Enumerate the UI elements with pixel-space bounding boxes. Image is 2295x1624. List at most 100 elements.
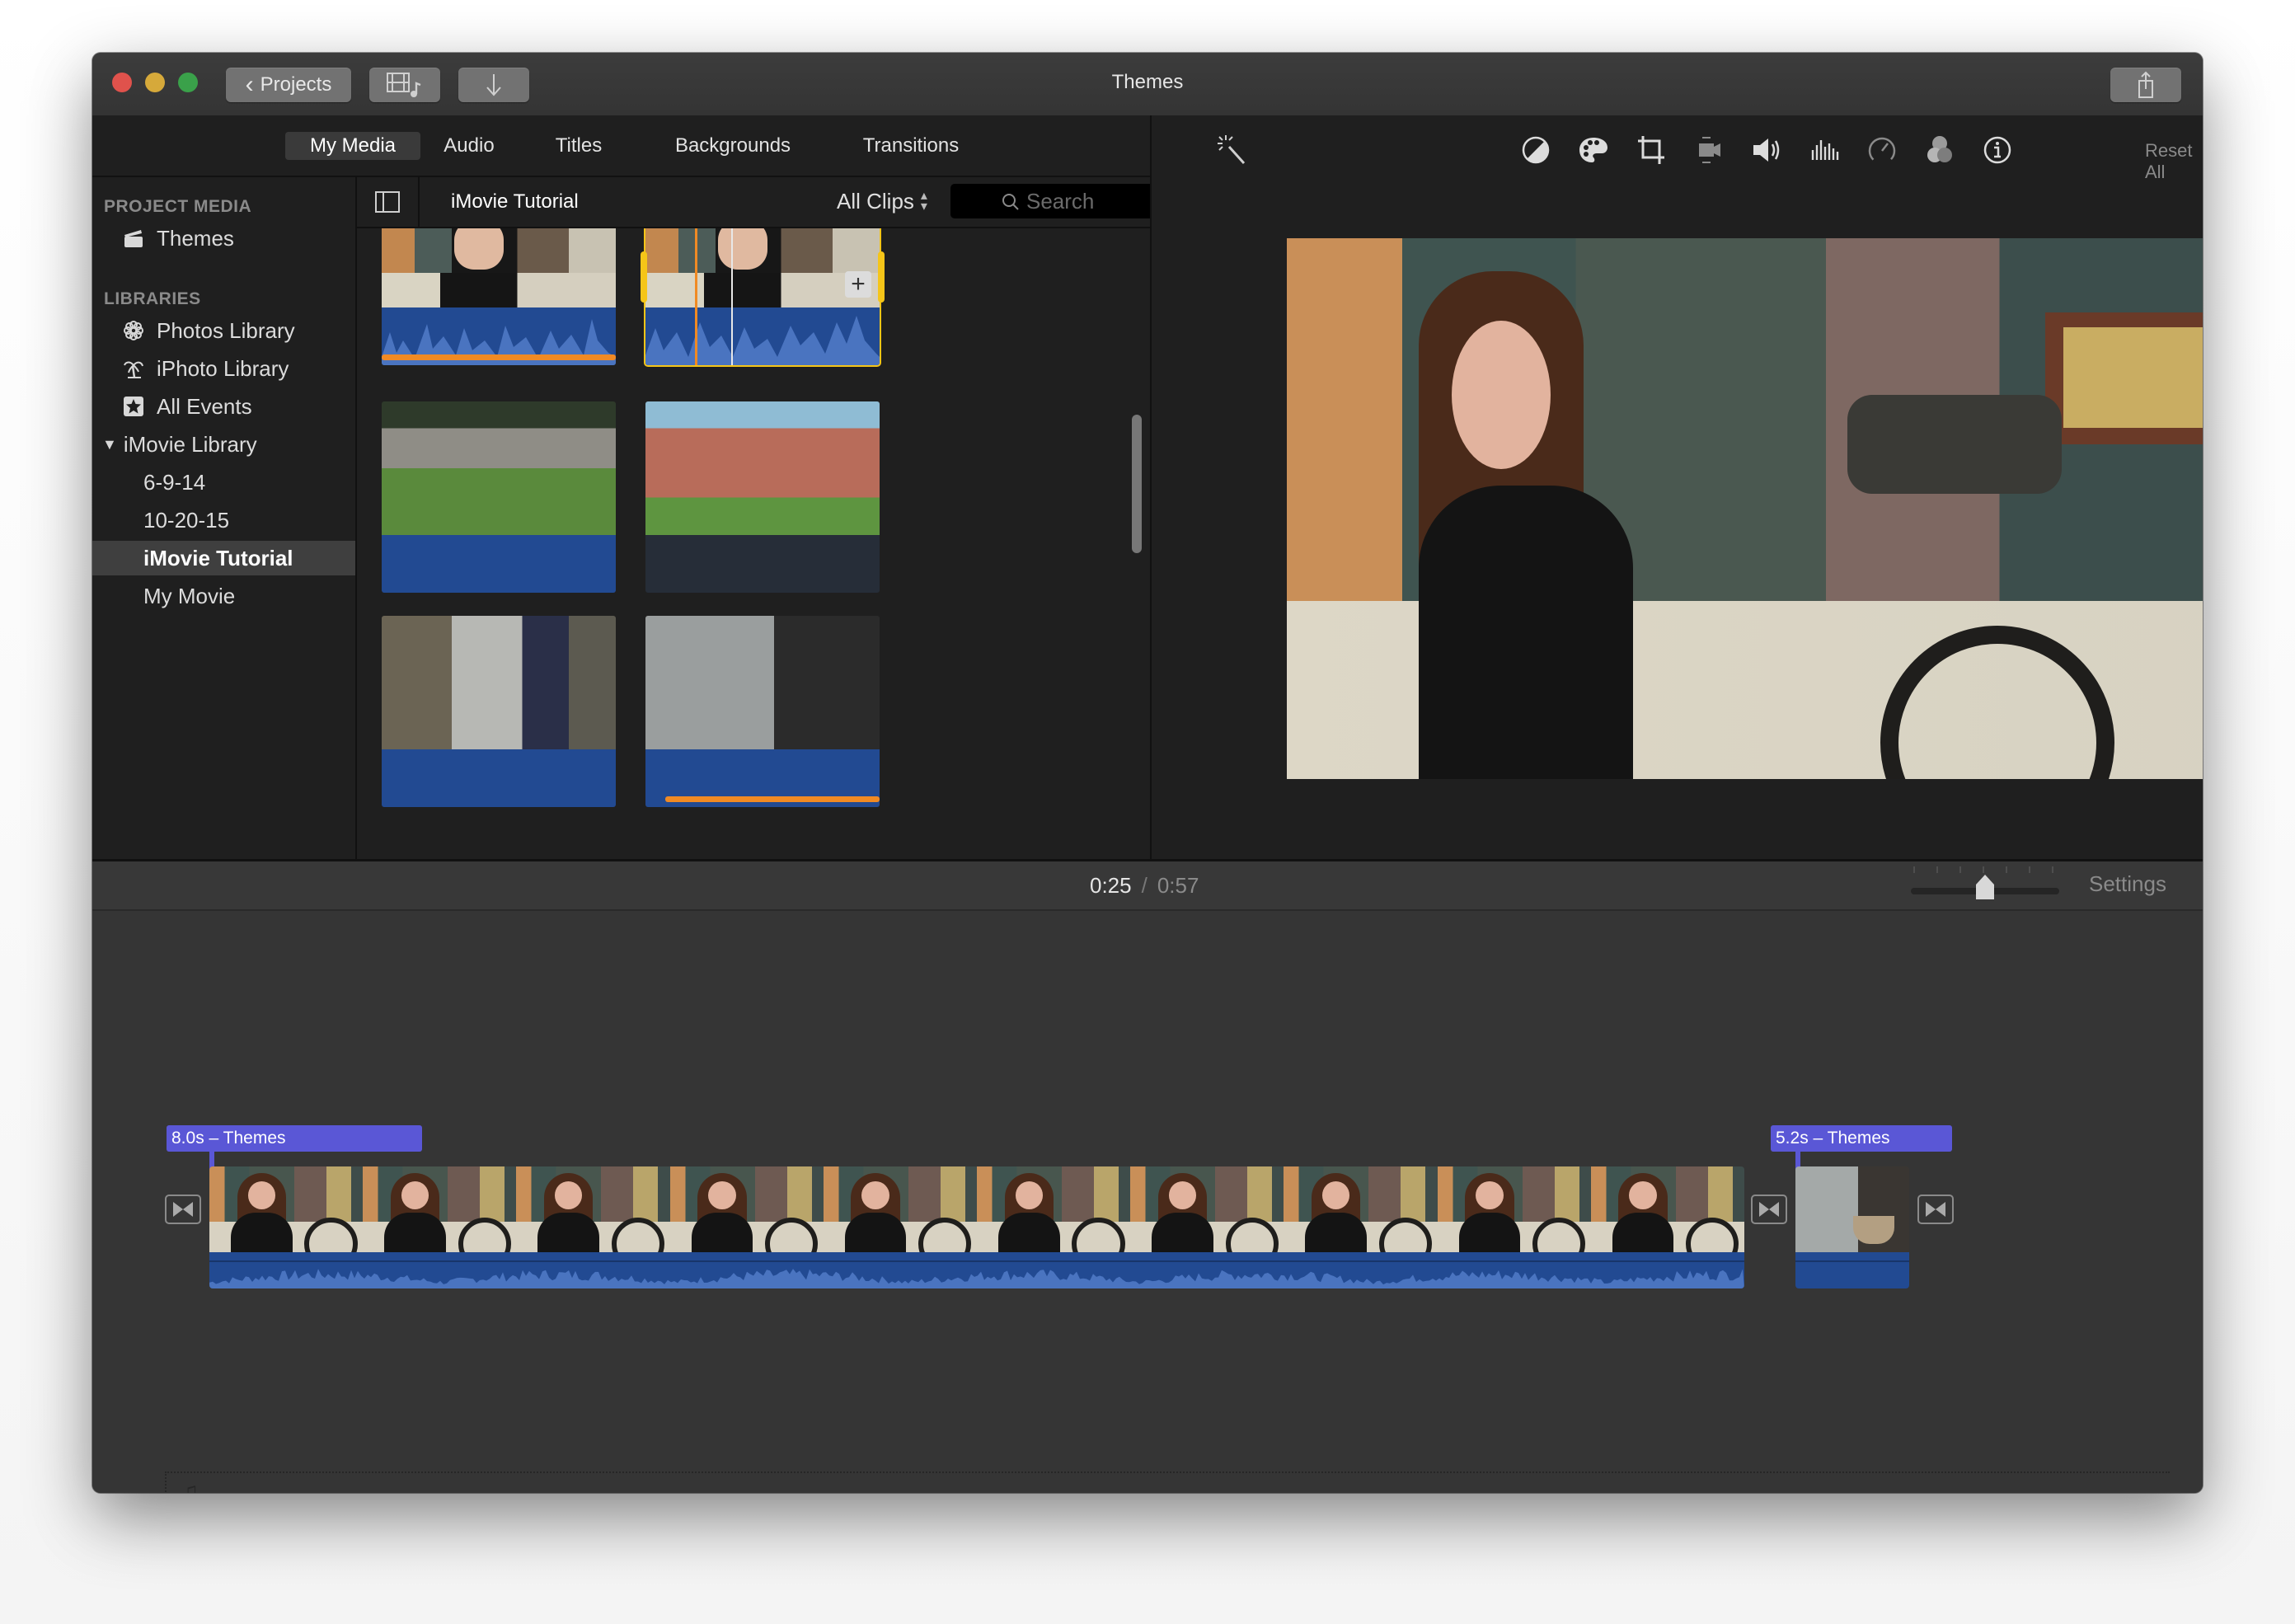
tab-backgrounds[interactable]: Backgrounds xyxy=(645,132,821,160)
waveform-path xyxy=(209,1269,1744,1288)
clip-filter-button[interactable] xyxy=(1923,134,1956,167)
clip-thumbnail[interactable] xyxy=(382,616,616,807)
stabilization-button[interactable] xyxy=(1692,134,1725,167)
clip-thumbnail[interactable] xyxy=(645,616,880,807)
range-start-marker xyxy=(695,228,697,365)
sidebar-event-10-20-15[interactable]: 10-20-15 xyxy=(92,503,355,537)
title-clip[interactable]: 5.2s – Themes xyxy=(1771,1125,1952,1152)
filmstrip-frame xyxy=(516,1166,671,1252)
used-indicator xyxy=(382,354,616,360)
total-time: 0:57 xyxy=(1157,873,1199,898)
tab-titles[interactable]: Titles xyxy=(542,132,615,160)
cross-dissolve-icon xyxy=(1926,1202,1945,1217)
timeline-video-clip[interactable] xyxy=(1795,1166,1909,1288)
noise-reduction-button[interactable] xyxy=(1808,134,1841,167)
event-title: iMovie Tutorial xyxy=(451,190,579,213)
volume-icon xyxy=(1753,138,1780,162)
sidebar-item-photos-library[interactable]: Photos Library xyxy=(92,313,355,348)
viewer: Reset All xyxy=(1152,115,2203,859)
transition-button[interactable] xyxy=(165,1195,201,1224)
clip-filter-dropdown[interactable]: All Clips ▴ ▾ xyxy=(837,189,927,214)
share-button[interactable] xyxy=(2110,68,2181,102)
no-audio-bar xyxy=(645,749,880,807)
clip-thumbnail[interactable] xyxy=(382,401,616,593)
no-audio-bar xyxy=(382,749,616,807)
timeline-zoom-slider[interactable] xyxy=(1911,865,2059,906)
sidebar-event-6-9-14[interactable]: 6-9-14 xyxy=(92,465,355,500)
clip-frame xyxy=(382,401,616,535)
libraries-heading: LIBRARIES xyxy=(104,289,201,308)
reset-all-button[interactable]: Reset All xyxy=(2145,140,2203,183)
current-time: 0:25 xyxy=(1090,873,1132,898)
search-icon xyxy=(1002,194,1019,210)
timeline: 8.0s – Themes 5.2s – Themes ♫ xyxy=(92,911,2203,1493)
color-balance-button[interactable] xyxy=(1519,134,1552,167)
crop-button[interactable] xyxy=(1635,134,1668,167)
search-field[interactable]: Search xyxy=(950,184,1181,218)
filter-icon xyxy=(1927,136,1952,162)
info-icon xyxy=(1983,136,2011,164)
titlebar: ‹ Projects Themes xyxy=(92,53,2203,116)
disclosure-triangle-icon[interactable]: ▼ xyxy=(102,436,117,453)
clip-thumbnail[interactable] xyxy=(645,401,880,593)
media-tabs: My Media Audio Titles Backgrounds Transi… xyxy=(92,115,1150,176)
tab-audio[interactable]: Audio xyxy=(434,132,505,160)
clip-thumbnail[interactable] xyxy=(382,228,616,365)
speed-button[interactable] xyxy=(1866,134,1898,167)
toggle-sidebar-button[interactable] xyxy=(357,177,420,227)
project-media-heading: PROJECT MEDIA xyxy=(104,197,252,216)
imovie-window: ‹ Projects Themes My Media Audio Titles … xyxy=(92,53,2203,1493)
title-clip[interactable]: 8.0s – Themes xyxy=(167,1125,422,1152)
clip-info-button[interactable] xyxy=(1981,134,2014,167)
timeline-settings-button[interactable]: Settings xyxy=(2089,871,2166,897)
transition-button[interactable] xyxy=(1751,1195,1787,1224)
sidebar-item-themes[interactable]: Themes xyxy=(92,221,355,256)
sidebar-toggle-icon xyxy=(375,191,400,213)
audio-track xyxy=(1795,1252,1909,1288)
slider-thumb[interactable] xyxy=(1976,875,1994,899)
color-balance-icon xyxy=(1522,136,1550,164)
filmstrip-frame xyxy=(1284,1166,1438,1252)
transition-button[interactable] xyxy=(1917,1195,1954,1224)
audio-waveform xyxy=(645,307,880,365)
clip-frame xyxy=(645,616,880,749)
cross-dissolve-icon xyxy=(1759,1202,1779,1217)
tab-my-media[interactable]: My Media xyxy=(285,132,420,160)
sidebar-event-my-movie[interactable]: My Movie xyxy=(92,579,355,613)
preview-body xyxy=(1419,486,1633,779)
sidebar-event-imovie-tutorial[interactable]: iMovie Tutorial xyxy=(92,541,355,575)
clip-frame xyxy=(645,401,880,535)
color-correction-button[interactable] xyxy=(1577,134,1610,167)
sidebar-item-iphoto-library[interactable]: iPhoto Library xyxy=(92,351,355,386)
timeline-header: 0:25 / 0:57 Settings xyxy=(92,861,2203,911)
sidebar-item-imovie-library[interactable]: ▼ iMovie Library xyxy=(92,427,355,462)
add-to-project-button[interactable]: + xyxy=(845,271,871,298)
enhance-button[interactable] xyxy=(1216,134,1249,167)
filmstrip-frame xyxy=(209,1166,364,1252)
tab-transitions[interactable]: Transitions xyxy=(833,132,989,160)
filmstrip-frame xyxy=(977,1166,1131,1252)
volume-button[interactable] xyxy=(1750,134,1783,167)
sidebar-item-label: Photos Library xyxy=(157,317,295,343)
slider-ticks xyxy=(1913,866,2053,873)
trim-handle-right[interactable] xyxy=(878,251,885,303)
filmstrip-frame xyxy=(669,1166,824,1252)
clip-thumbnail-selected[interactable]: + xyxy=(644,228,881,367)
sidebar-item-label: iPhoto Library xyxy=(157,355,289,381)
filmstrip-frame xyxy=(1130,1166,1285,1252)
trim-handle-left[interactable] xyxy=(641,251,647,303)
browser-scrollbar-thumb[interactable] xyxy=(1132,415,1142,553)
browser-header: iMovie Tutorial All Clips ▴ ▾ Search xyxy=(357,177,1218,228)
music-note-icon: ♫ xyxy=(181,1478,199,1493)
updown-chevron-icon: ▴ ▾ xyxy=(920,188,927,214)
sidebar-item-all-events[interactable]: All Events xyxy=(92,389,355,424)
preview-plaque xyxy=(2045,312,2203,444)
filmstrip-frame xyxy=(1590,1166,1744,1252)
cross-dissolve-icon xyxy=(173,1202,193,1217)
video-preview[interactable] xyxy=(1287,238,2203,779)
background-music-well[interactable]: ♫ xyxy=(165,1471,2170,1493)
magic-wand-icon xyxy=(1218,135,1246,165)
timeline-video-clip[interactable] xyxy=(209,1166,1744,1288)
share-icon xyxy=(2138,71,2153,98)
skimmer-playhead xyxy=(731,228,733,365)
